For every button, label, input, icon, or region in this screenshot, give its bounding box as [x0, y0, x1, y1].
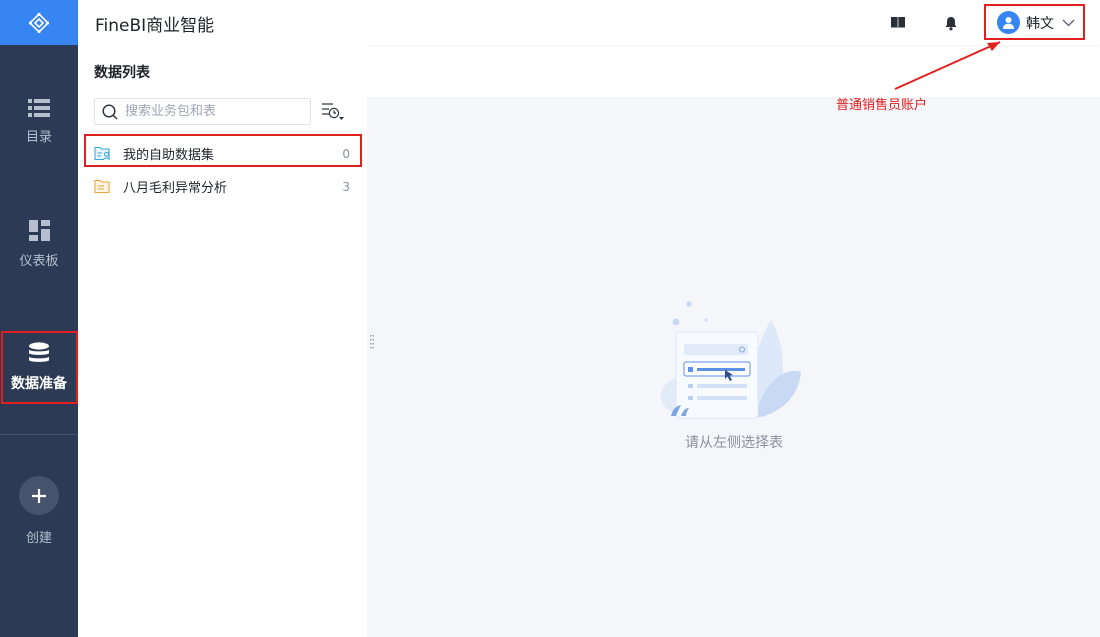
- empty-state-text: 请从左侧选择表: [685, 435, 783, 451]
- empty-state-illustration: [661, 301, 801, 419]
- side-nav: 目录 仪表板 数据准备 创建: [0, 0, 78, 637]
- notification-button[interactable]: [941, 13, 961, 33]
- sort-filter-button[interactable]: [321, 101, 345, 123]
- nav-item-catalog[interactable]: 目录: [0, 86, 78, 158]
- annotation-box-self-dataset: [84, 134, 362, 167]
- folder-icon: [94, 179, 110, 194]
- annotation-label: 普通销售员账户: [836, 98, 928, 113]
- sort-clock-icon: [322, 103, 344, 120]
- annotation-box-data-prep: [1, 331, 78, 404]
- help-docs-button[interactable]: [888, 13, 908, 33]
- plus-icon: [32, 488, 46, 503]
- nav-item-label: 创建: [25, 531, 52, 546]
- app-title: FineBI商业智能: [95, 16, 215, 36]
- nav-item-label: 仪表板: [19, 253, 59, 269]
- bell-icon: [945, 16, 957, 30]
- list-item-august-analysis[interactable]: 八月毛利异常分析 3: [78, 170, 367, 203]
- nav-item-label: 目录: [25, 130, 52, 145]
- app-logo[interactable]: [0, 0, 78, 45]
- list-icon: [28, 99, 50, 117]
- dashboard-icon: [28, 219, 50, 241]
- search-box: [94, 98, 311, 125]
- list-item-count: 3: [342, 179, 350, 194]
- create-button[interactable]: [19, 476, 59, 515]
- annotation-box-user: [984, 4, 1085, 40]
- panel-title: 数据列表: [94, 65, 150, 81]
- nav-item-create[interactable]: 创建: [0, 476, 78, 546]
- list-item-name: 八月毛利异常分析: [123, 181, 228, 196]
- nav-divider: [0, 434, 78, 435]
- book-icon: [891, 17, 905, 29]
- logo-icon: [28, 12, 50, 33]
- search-icon: [102, 103, 118, 119]
- panel-resize-handle[interactable]: [370, 334, 374, 349]
- top-header: FineBI商业智能 韩文: [78, 0, 1100, 45]
- nav-item-dashboard[interactable]: 仪表板: [0, 208, 78, 280]
- drag-handle-icon: [370, 335, 374, 349]
- search-input[interactable]: [125, 104, 305, 119]
